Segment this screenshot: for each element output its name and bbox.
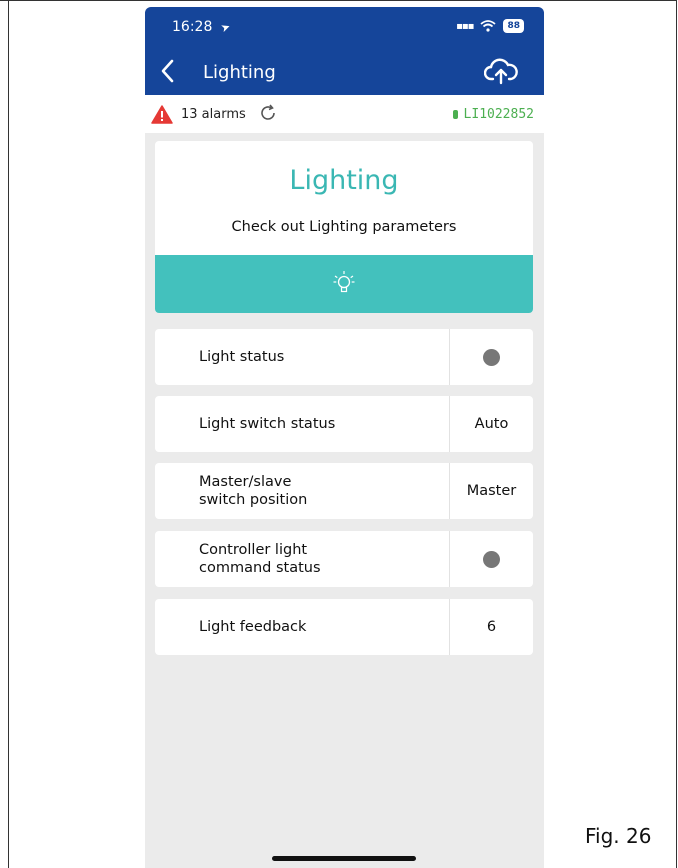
- lightbulb-icon: [333, 271, 355, 293]
- figure-frame-right: [676, 0, 677, 868]
- device-id-text: LI1022852: [463, 107, 534, 122]
- wifi-icon: [480, 20, 497, 32]
- battery-icon: 88: [503, 19, 524, 33]
- connection-icon: [452, 110, 458, 119]
- row-value: [450, 531, 533, 587]
- row-label: Light status: [199, 349, 285, 365]
- status-bar: 16:28 ➤ ▪▪▪ 88: [145, 7, 544, 49]
- lighting-header-card: Lighting Check out Lighting parameters: [155, 141, 533, 313]
- figure-frame-top: [0, 0, 676, 1]
- phone-screen: 16:28 ➤ ▪▪▪ 88 Lighting 13 alarms LI1022…: [145, 7, 544, 868]
- location-arrow-icon: ➤: [218, 19, 232, 36]
- status-time: 16:28 ➤: [172, 19, 232, 36]
- row-value: Master: [466, 483, 517, 499]
- status-time-text: 16:28: [172, 19, 213, 35]
- row-value: 6: [486, 619, 497, 635]
- nav-bar: Lighting: [145, 49, 544, 95]
- cloud-upload-icon[interactable]: [484, 57, 518, 85]
- row-label: Controller light command status: [199, 542, 321, 576]
- alarm-warning-icon[interactable]: [151, 105, 173, 124]
- device-id: LI1022852: [452, 107, 534, 122]
- page-title: Lighting: [203, 62, 276, 83]
- row-light-switch-status: Light switch status Auto: [155, 396, 533, 452]
- row-light-feedback: Light feedback 6: [155, 599, 533, 655]
- row-master-slave-position: Master/slave switch position Master: [155, 463, 533, 519]
- card-title: Lighting: [289, 165, 399, 196]
- card-accent-band: [155, 255, 533, 313]
- signal-icon: ▪▪▪: [456, 20, 474, 32]
- row-label: Master/slave switch position: [199, 474, 308, 508]
- alarm-count[interactable]: 13 alarms: [181, 107, 246, 122]
- row-value: [450, 329, 533, 385]
- row-value: Auto: [474, 416, 509, 432]
- status-indicators: ▪▪▪ 88: [456, 19, 524, 33]
- row-label: Light feedback: [199, 619, 307, 635]
- refresh-icon[interactable]: [259, 104, 277, 122]
- back-chevron-icon[interactable]: [160, 58, 176, 84]
- row-controller-light-command: Controller light command status: [155, 531, 533, 587]
- card-subtitle: Check out Lighting parameters: [231, 219, 457, 235]
- status-dot-icon: [483, 550, 500, 568]
- alarm-bar: 13 alarms LI1022852: [145, 95, 544, 133]
- figure-frame-left: [8, 0, 9, 868]
- row-label: Light switch status: [199, 416, 336, 432]
- status-dot-icon: [483, 348, 500, 366]
- figure-caption: Fig. 26: [585, 824, 652, 848]
- row-light-status: Light status: [155, 329, 533, 385]
- home-indicator[interactable]: [272, 856, 416, 861]
